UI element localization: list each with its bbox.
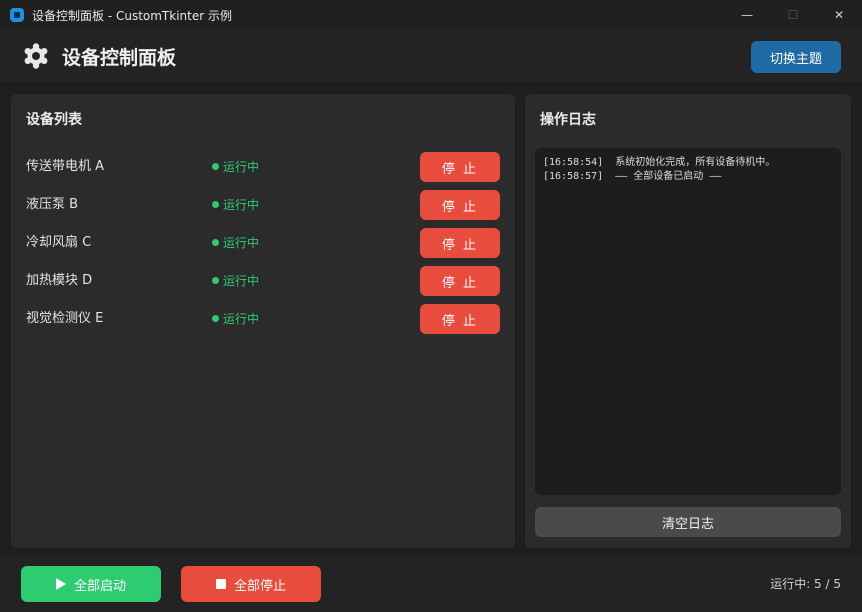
window-controls: — ☐ ✕ [724, 0, 862, 30]
play-icon [55, 578, 66, 590]
stop-device-button[interactable]: 停 止 [420, 190, 500, 220]
log-line: [16:58:54] 系统初始化完成，所有设备待机中。 [543, 157, 776, 168]
device-name: 视觉检测仪 E [26, 311, 104, 326]
device-name: 冷却风扇 C [26, 235, 92, 250]
device-status: 运行中 [212, 152, 259, 182]
device-row: 传送带电机 A 运行中 停 止 [11, 152, 515, 182]
page-title: 设备控制面板 [62, 46, 177, 69]
device-row: 冷却风扇 C 运行中 停 止 [11, 228, 515, 258]
running-count: 运行中: 5 / 5 [770, 577, 841, 591]
device-row: 视觉检测仪 E 运行中 停 止 [11, 304, 515, 334]
window-title: 设备控制面板 - CustomTkinter 示例 [32, 8, 232, 23]
device-row: 加热模块 D 运行中 停 止 [11, 266, 515, 296]
header: 设备控制面板 切换主题 [0, 30, 862, 82]
gear-icon [24, 43, 48, 69]
device-name: 加热模块 D [26, 273, 93, 288]
footer: 全部启动 全部停止 运行中: 5 / 5 [0, 556, 862, 612]
device-name: 传送带电机 A [26, 159, 105, 174]
device-status: 运行中 [212, 304, 259, 334]
status-dot-icon [212, 163, 219, 170]
toggle-theme-button[interactable]: 切换主题 [751, 41, 841, 73]
stop-device-button[interactable]: 停 止 [420, 304, 500, 334]
window-titlebar: 设备控制面板 - CustomTkinter 示例 — ☐ ✕ [0, 0, 862, 30]
device-status: 运行中 [212, 228, 259, 258]
status-dot-icon [212, 315, 219, 322]
log-line: [16:58:57] —— 全部设备已启动 —— [543, 171, 722, 182]
clear-log-button[interactable]: 清空日志 [535, 507, 841, 537]
start-all-button[interactable]: 全部启动 [21, 566, 161, 602]
stop-all-button[interactable]: 全部停止 [181, 566, 321, 602]
operation-log-title: 操作日志 [540, 112, 596, 128]
device-list-panel: 设备列表 传送带电机 A 运行中 停 止 液压泵 B 运行中 停 止 冷却风扇 … [11, 94, 515, 548]
device-name: 液压泵 B [26, 197, 79, 212]
stop-device-button[interactable]: 停 止 [420, 228, 500, 258]
device-status: 运行中 [212, 266, 259, 296]
status-dot-icon [212, 201, 219, 208]
stop-device-button[interactable]: 停 止 [420, 266, 500, 296]
device-status: 运行中 [212, 190, 259, 220]
app-icon [10, 8, 24, 22]
maximize-button[interactable]: ☐ [770, 0, 816, 30]
minimize-button[interactable]: — [724, 0, 770, 30]
stop-icon [215, 579, 226, 589]
log-textbox[interactable]: [16:58:54] 系统初始化完成，所有设备待机中。 [16:58:57] —… [535, 148, 841, 495]
device-row: 液压泵 B 运行中 停 止 [11, 190, 515, 220]
status-dot-icon [212, 239, 219, 246]
status-dot-icon [212, 277, 219, 284]
stop-device-button[interactable]: 停 止 [420, 152, 500, 182]
close-button[interactable]: ✕ [816, 0, 862, 30]
device-list-title: 设备列表 [26, 112, 82, 128]
operation-log-panel: 操作日志 [16:58:54] 系统初始化完成，所有设备待机中。 [16:58:… [525, 94, 851, 548]
